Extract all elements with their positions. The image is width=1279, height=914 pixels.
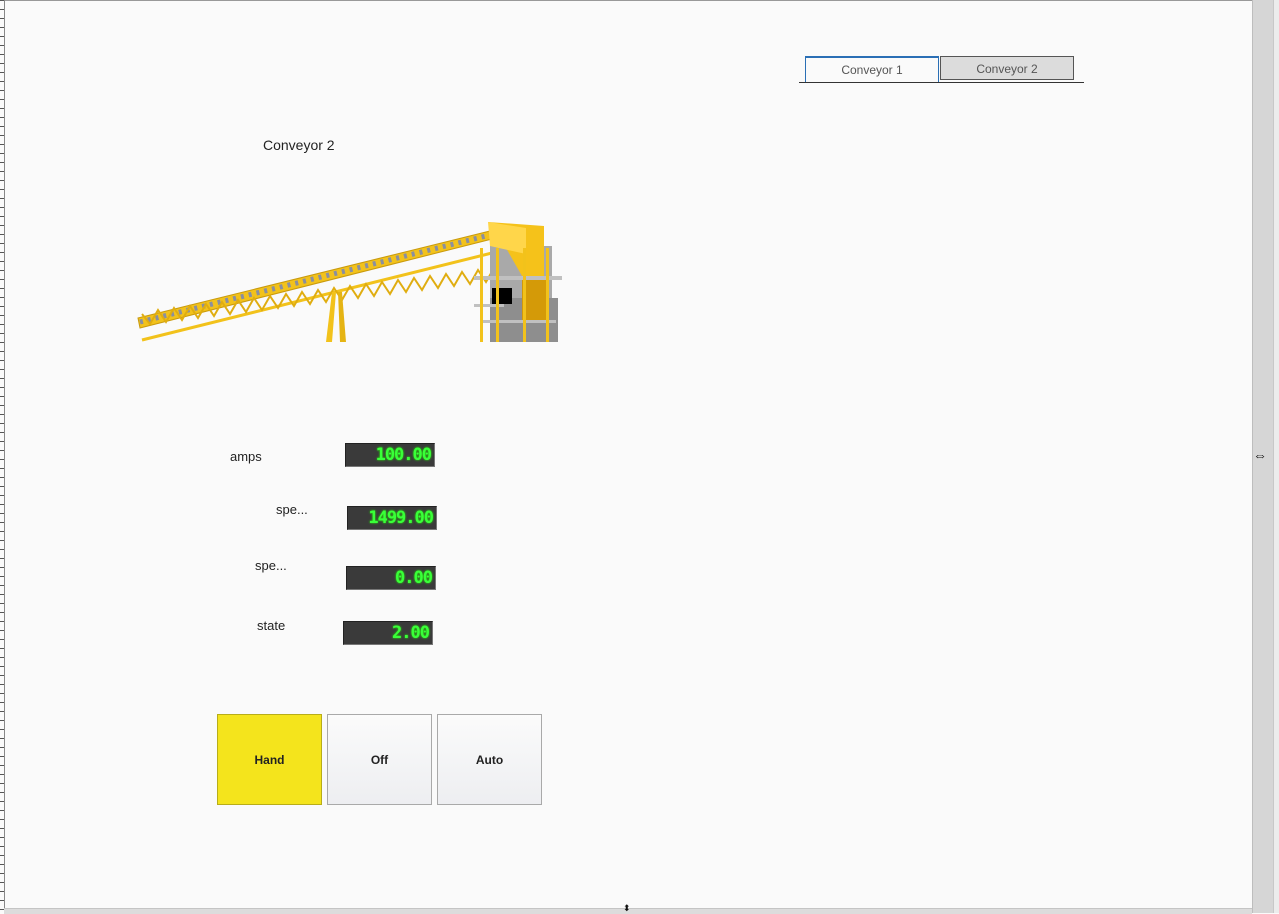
state-label: state — [257, 618, 286, 633]
auto-button[interactable]: Auto — [437, 714, 542, 805]
tab-conveyor-2[interactable]: Conveyor 2 — [940, 56, 1074, 80]
resize-vertical-icon[interactable]: ⬍ — [623, 903, 631, 914]
speed-label-2: spe... — [255, 558, 287, 573]
speed-display-1: 1499.00 — [347, 506, 437, 530]
speed-display-2: 0.00 — [346, 566, 436, 590]
amps-display: 100.00 — [345, 443, 435, 467]
right-scroll-strip[interactable] — [1273, 0, 1279, 913]
amps-label: amps — [230, 449, 262, 464]
conveyor-illustration — [137, 222, 562, 342]
state-display: 2.00 — [343, 621, 433, 645]
tab-conveyor-1[interactable]: Conveyor 1 — [805, 56, 939, 82]
panel-title: Conveyor 2 — [263, 137, 335, 153]
tab-strip: Conveyor 1 Conveyor 2 — [799, 56, 1084, 83]
speed-label-1: spe... — [276, 502, 308, 517]
resize-horizontal-icon[interactable]: ⇔ — [1253, 447, 1267, 463]
left-ruler — [0, 0, 5, 913]
off-button[interactable]: Off — [327, 714, 432, 805]
hand-button[interactable]: Hand — [217, 714, 322, 805]
window-top-border — [0, 0, 1252, 1]
